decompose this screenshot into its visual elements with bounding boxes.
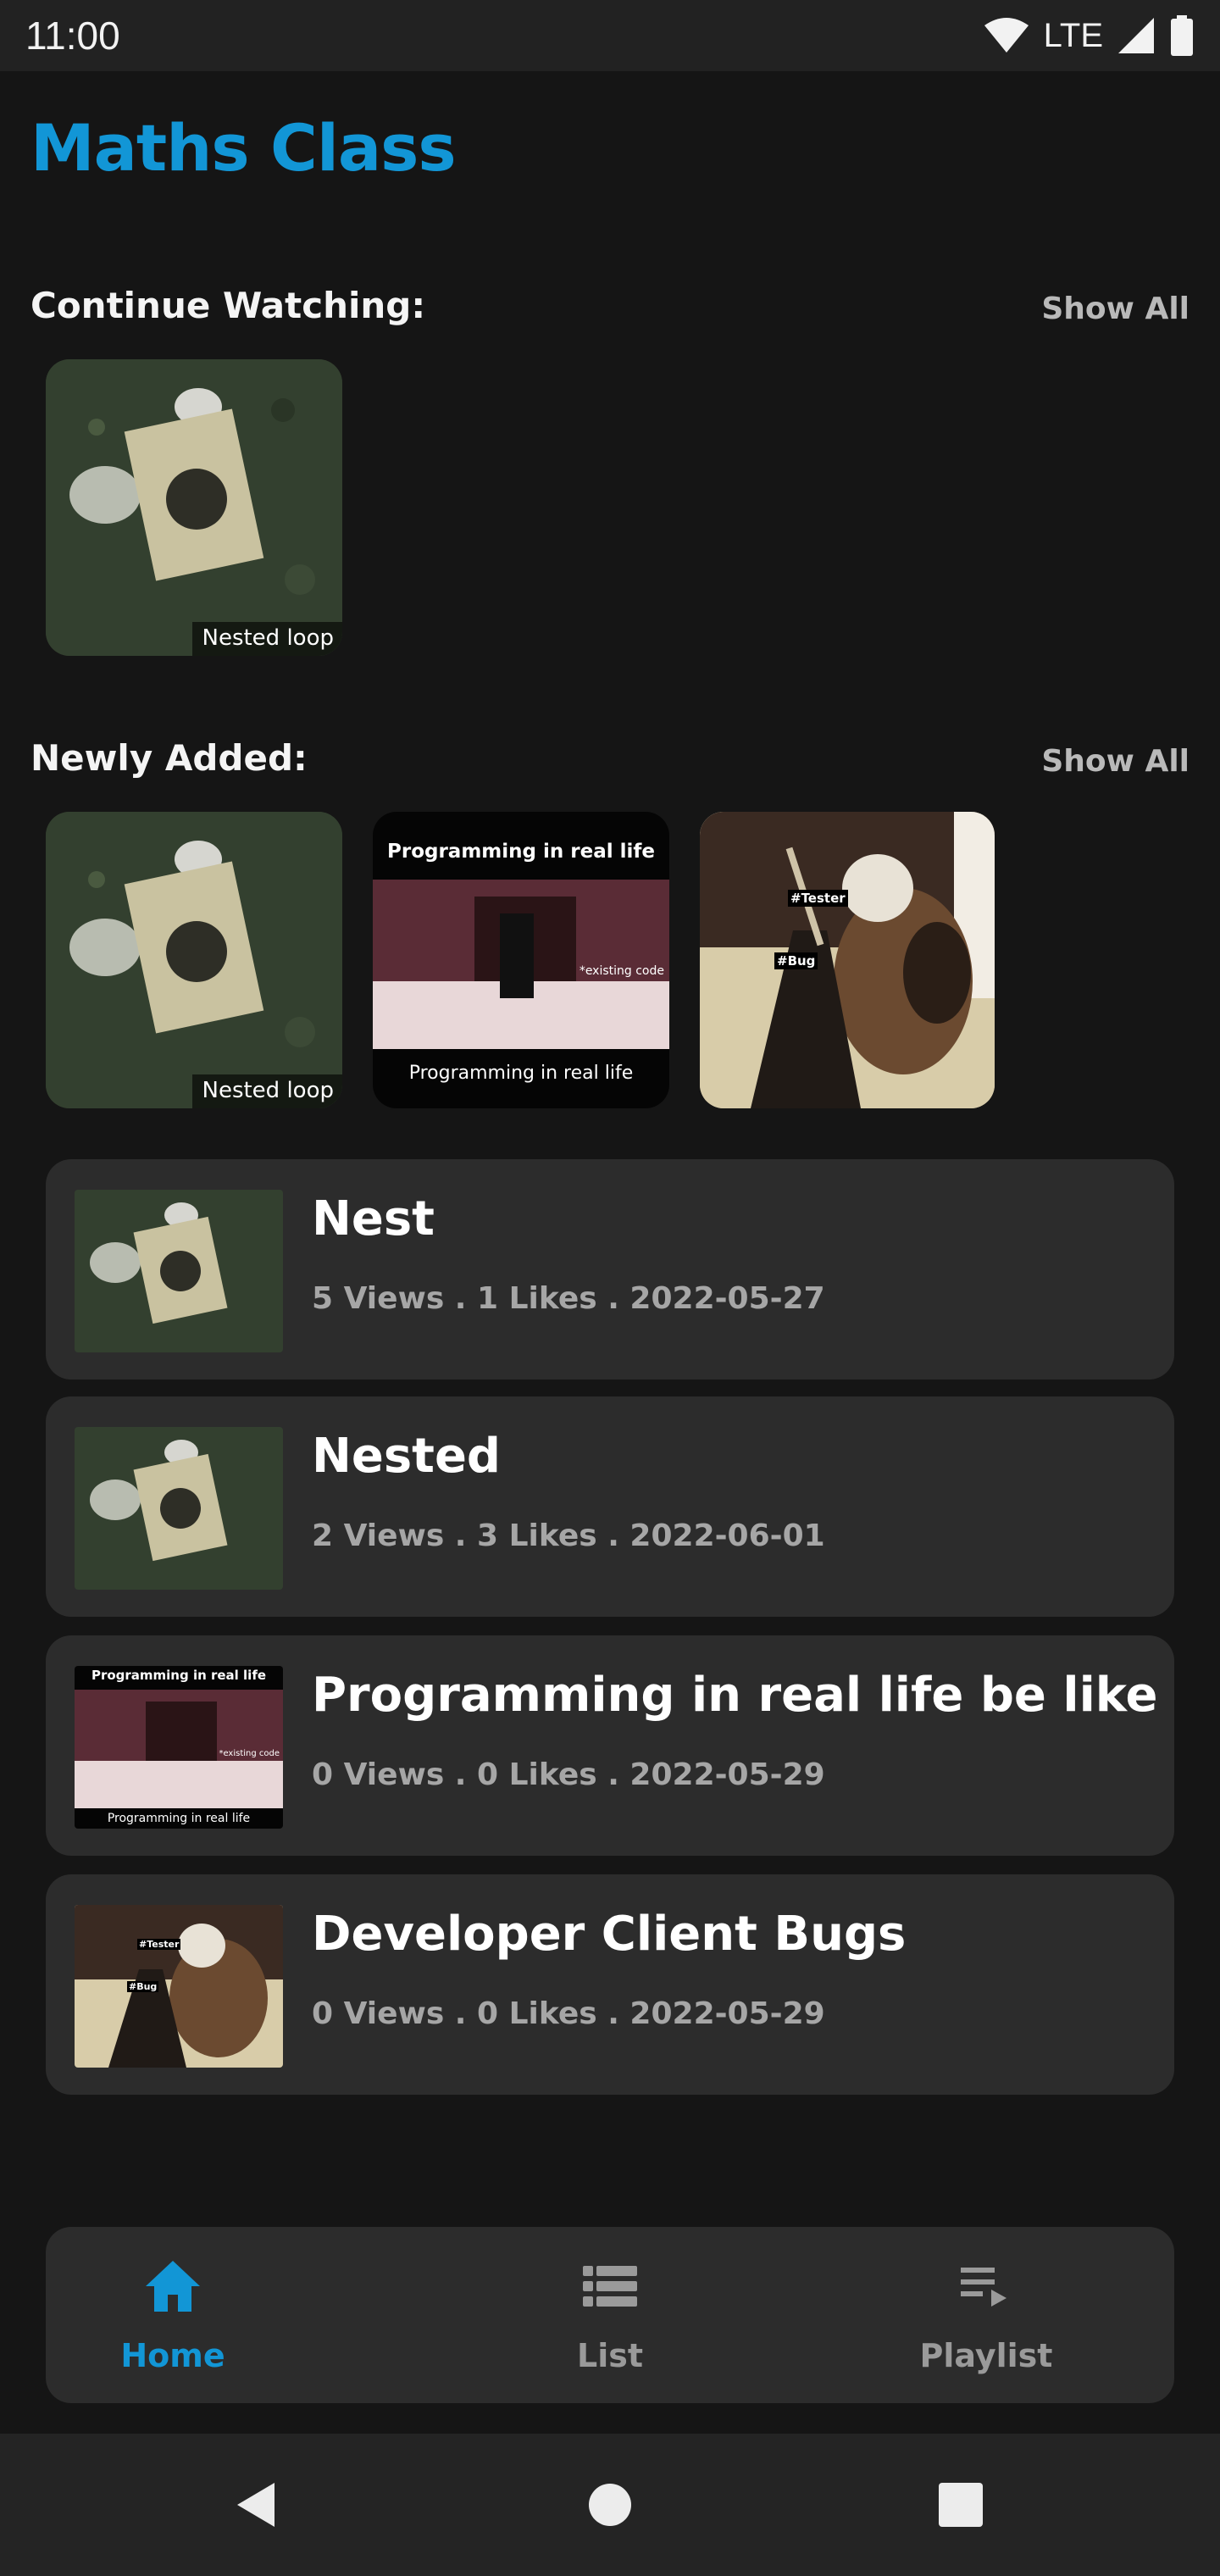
video-thumbnail xyxy=(46,812,342,1108)
home-circle-icon[interactable] xyxy=(586,2481,634,2529)
nav-home[interactable]: Home xyxy=(46,2227,300,2403)
video-list-thumbnail xyxy=(75,1190,283,1352)
newly-added-card-label: Nested loop xyxy=(191,1074,342,1108)
video-thumbnail xyxy=(700,812,995,1108)
newly-added-card-nested-loop[interactable]: Nested loop xyxy=(46,812,342,1108)
thumbnail-top-caption: Programming in real life xyxy=(387,841,655,863)
nav-playlist[interactable]: Playlist xyxy=(859,2227,1113,2403)
status-time: 11:00 xyxy=(25,14,120,58)
page-title: Maths Class xyxy=(30,110,457,186)
bottom-navigation: Home List Playlist xyxy=(46,2227,1174,2403)
thumbnail-tag-tester: #Tester xyxy=(788,890,848,907)
video-list-item-bugs[interactable]: #Tester #Bug Developer Client Bugs 0 Vie… xyxy=(46,1874,1174,2095)
home-icon xyxy=(146,2261,200,2312)
video-meta: 2 Views . 3 Likes . 2022-06-01 xyxy=(312,1518,825,1553)
battery-icon xyxy=(1171,15,1193,56)
video-list-thumbnail: #Tester #Bug xyxy=(75,1905,283,2068)
video-title: Programming in real life be like xyxy=(312,1668,1158,1723)
video-thumbnail xyxy=(75,1427,283,1590)
wifi-icon xyxy=(984,18,1029,53)
nav-playlist-label: Playlist xyxy=(919,2337,1053,2374)
video-thumbnail xyxy=(75,1190,283,1352)
video-thumbnail xyxy=(46,359,342,656)
video-title: Developer Client Bugs xyxy=(312,1907,907,1962)
video-title: Nest xyxy=(312,1191,435,1246)
continue-watching-card-label: Nested loop xyxy=(191,622,342,656)
back-icon[interactable] xyxy=(230,2479,281,2530)
nav-list-label: List xyxy=(576,2337,644,2374)
recents-icon[interactable] xyxy=(937,2481,984,2529)
newly-added-title: Newly Added: xyxy=(30,737,308,779)
system-navigation-bar xyxy=(0,2434,1220,2576)
nav-list[interactable]: List xyxy=(483,2227,737,2403)
video-list-item-programming[interactable]: Programming in real life *existing code … xyxy=(46,1635,1174,1856)
thumbnail-tag-bug: #Bug xyxy=(774,952,818,969)
video-thumbnail xyxy=(75,1905,283,2068)
thumbnail-bottom-caption: Programming in real life xyxy=(107,1812,251,1825)
thumbnail-overlay-text: *existing code xyxy=(219,1749,280,1758)
thumbnail-top-caption: Programming in real life xyxy=(91,1668,267,1683)
newly-added-card-programming[interactable]: Programming in real life *existing code … xyxy=(373,812,669,1108)
status-icons: LTE xyxy=(983,15,1195,56)
continue-watching-show-all-button[interactable]: Show All xyxy=(1041,291,1190,326)
video-meta: 0 Views . 0 Likes . 2022-05-29 xyxy=(312,1757,825,1792)
video-title: Nested xyxy=(312,1429,502,1484)
status-bar: 11:00 LTE xyxy=(0,0,1220,71)
nav-home-label: Home xyxy=(120,2337,225,2374)
signal-icon xyxy=(1118,18,1154,53)
thumbnail-bottom-caption: Programming in real life xyxy=(408,1063,634,1084)
thumbnail-tag-tester: #Tester xyxy=(137,1939,181,1950)
video-meta: 5 Views . 1 Likes . 2022-05-27 xyxy=(312,1281,825,1316)
video-meta: 0 Views . 0 Likes . 2022-05-29 xyxy=(312,1996,825,2031)
newly-added-show-all-button[interactable]: Show All xyxy=(1041,744,1190,779)
video-list-thumbnail xyxy=(75,1427,283,1590)
continue-watching-title: Continue Watching: xyxy=(30,285,426,326)
video-list-thumbnail: Programming in real life *existing code … xyxy=(75,1666,283,1829)
video-list-item-nested[interactable]: Nested 2 Views . 3 Likes . 2022-06-01 xyxy=(46,1396,1174,1617)
thumbnail-overlay-text: *existing code xyxy=(579,964,664,978)
list-icon xyxy=(583,2266,637,2307)
thumbnail-tag-bug: #Bug xyxy=(127,1981,159,1992)
continue-watching-card[interactable]: Nested loop xyxy=(46,359,342,656)
network-type: LTE xyxy=(1043,16,1103,54)
video-list-item-nest[interactable]: Nest 5 Views . 1 Likes . 2022-05-27 xyxy=(46,1159,1174,1380)
playlist-icon xyxy=(961,2268,1006,2307)
newly-added-card-bugs[interactable]: #Tester #Bug xyxy=(700,812,995,1108)
